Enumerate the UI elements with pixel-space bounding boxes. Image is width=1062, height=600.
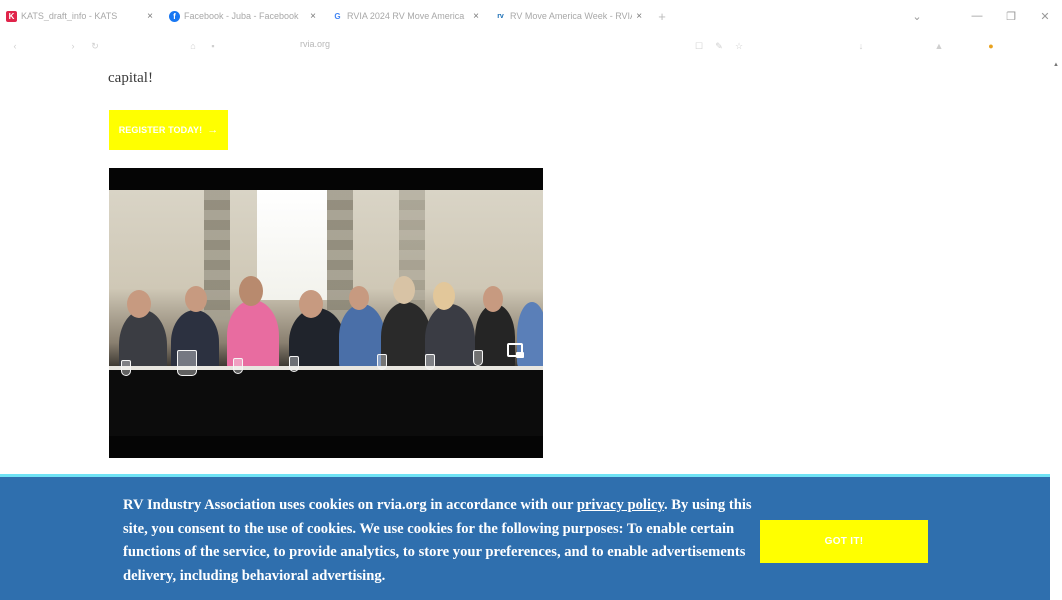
address-bar: ‹ › ↻ ⌂ ▪ rvia.org ☐ ✎ ☆ ↓ ▲ ● [0,32,1062,60]
extensions-icon[interactable]: ▲ [930,32,948,60]
bookmark-icon[interactable]: ☐ [690,32,708,60]
tab-title: Facebook - Juba - Facebook [184,11,299,21]
attendee-head [185,286,207,312]
water-pitcher [177,350,197,376]
water-glass [289,356,299,372]
browser-tab-active[interactable]: rv RV Move America Week - RVIA × [489,0,652,32]
google-favicon-icon: G [334,11,341,21]
video-frame [109,190,543,436]
browser-tab[interactable]: G RVIA 2024 RV Move America × [326,0,489,32]
minimize-icon[interactable]: — [960,0,994,32]
window [257,190,327,300]
picture-in-picture-icon[interactable] [507,343,524,358]
translate-icon[interactable]: ✎ [710,32,728,60]
attendee [517,302,543,368]
attendee-head [349,286,369,310]
water-glass [473,350,483,366]
cookie-consent-banner: RV Industry Association uses cookies on … [0,474,1050,600]
kats-favicon-icon: K [6,10,17,22]
star-icon[interactable]: ☆ [730,32,748,60]
rvia-favicon-icon: rv [497,12,504,20]
download-icon[interactable]: ↓ [852,32,870,60]
curtain [204,190,230,320]
browser-tab-strip: K KATS_draft_info - KATS × f Facebook - … [0,0,1062,32]
tab-title: RVIA 2024 RV Move America [347,11,465,21]
url-field[interactable]: rvia.org [300,39,330,49]
new-tab-button[interactable]: + [652,9,672,24]
water-glass [377,354,387,370]
register-today-button[interactable]: REGISTER TODAY! → [109,110,228,150]
attendee [381,302,431,372]
tab-search-icon[interactable]: ⌄ [900,0,934,32]
close-tab-icon[interactable]: × [143,11,157,22]
water-glass [121,360,131,376]
close-tab-icon[interactable]: × [306,11,320,22]
close-window-icon[interactable]: ✕ [1028,0,1062,32]
close-tab-icon[interactable]: × [469,11,483,22]
scroll-up-icon[interactable]: ▲ [1053,62,1059,68]
body-text: capital! [108,70,153,86]
profile-icon[interactable]: ● [982,32,1000,60]
browser-tab[interactable]: K KATS_draft_info - KATS × [0,0,163,32]
attendee-head [299,290,323,318]
restore-icon[interactable]: ❐ [994,0,1028,32]
reload-icon[interactable]: ↻ [86,32,104,60]
attendee-head [127,290,151,318]
tab-title: RV Move America Week - RVIA [510,11,633,21]
lock-icon[interactable]: ▪ [204,32,222,60]
facebook-favicon-icon: f [169,10,180,22]
back-icon[interactable]: ‹ [6,32,24,60]
cookie-text-start: RV Industry Association uses cookies on … [123,497,577,513]
video-player[interactable] [109,168,543,458]
got-it-button[interactable]: GOT IT! [760,520,928,563]
page-scrollbar[interactable]: ▲ [1050,60,1062,600]
water-glass [233,358,243,374]
table-skirt [109,370,543,436]
attendee-head [483,286,503,312]
cookie-consent-text: RV Industry Association uses cookies on … [123,494,753,589]
privacy-policy-link[interactable]: privacy policy [577,497,664,513]
attendee-head [239,276,263,306]
arrow-right-icon: → [207,124,219,136]
attendee-head [433,282,455,310]
water-glass [425,354,435,370]
forward-icon[interactable]: › [64,32,82,60]
attendee-head [393,276,415,304]
close-tab-icon[interactable]: × [632,11,646,22]
register-button-label: REGISTER TODAY! [118,125,203,135]
browser-tab[interactable]: f Facebook - Juba - Facebook × [163,0,326,32]
home-icon[interactable]: ⌂ [184,32,202,60]
tab-title: KATS_draft_info - KATS [21,11,118,21]
